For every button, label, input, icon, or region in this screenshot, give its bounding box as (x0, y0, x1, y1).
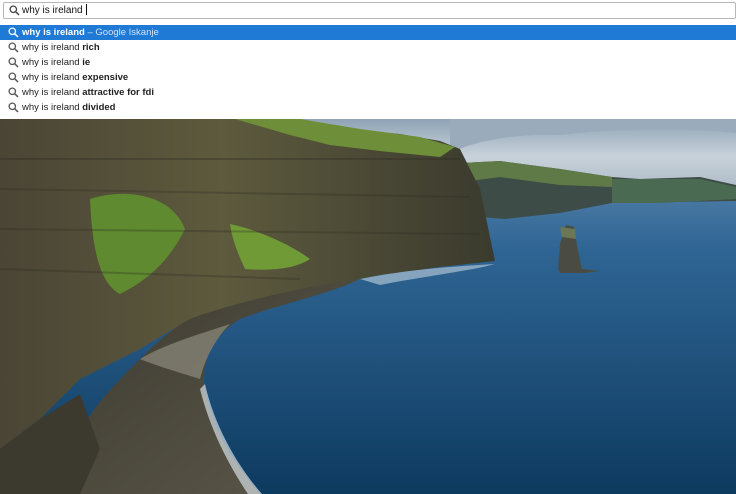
search-icon (8, 72, 19, 83)
suggestion-completion: divided (82, 102, 116, 113)
suggestion-item[interactable]: why is ireland expensive (0, 70, 736, 85)
suggestion-item[interactable]: why is ireland rich (0, 40, 736, 55)
suggestion-prefix: why is ireland (22, 57, 83, 68)
suggestion-search-google[interactable]: why is ireland – Google Iskanje (0, 25, 736, 40)
suggestion-completion: attractive for fdi (82, 87, 154, 98)
suggestion-completion: expensive (82, 72, 129, 83)
address-bar[interactable]: why is ireland (3, 2, 736, 19)
suggestion-hint: – Google Iskanje (84, 27, 159, 38)
search-icon (8, 87, 19, 98)
suggestion-dropdown: why is ireland – Google Iskanje why is i… (0, 23, 736, 119)
suggestion-item[interactable]: why is ireland ie (0, 55, 736, 70)
background-cliffs-photo (0, 119, 736, 494)
suggestion-item[interactable]: why is ireland attractive for fdi (0, 85, 736, 100)
address-bar-input[interactable]: why is ireland (22, 4, 87, 17)
search-icon (8, 102, 19, 113)
search-icon (9, 5, 20, 16)
search-icon (8, 42, 19, 53)
suggestion-item[interactable]: why is ireland divided (0, 100, 736, 115)
search-icon (8, 57, 19, 68)
suggestion-query: why is ireland (22, 27, 85, 38)
suggestion-prefix: why is ireland (22, 102, 83, 113)
search-icon (8, 27, 19, 38)
suggestion-prefix: why is ireland (22, 87, 83, 98)
suggestion-prefix: why is ireland (22, 72, 83, 83)
suggestion-completion: rich (82, 42, 100, 53)
suggestion-prefix: why is ireland (22, 42, 83, 53)
suggestion-completion: ie (82, 57, 91, 68)
